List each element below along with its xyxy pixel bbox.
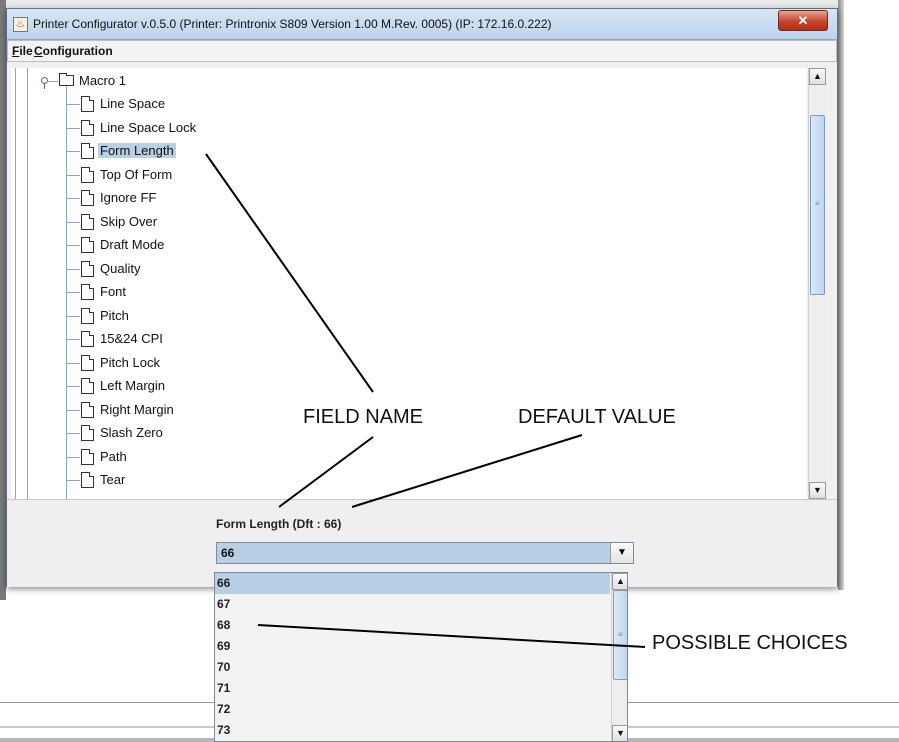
callout-line-possible-choices [257, 624, 646, 648]
annotation-possible-choices: POSSIBLE CHOICES [652, 632, 848, 654]
annotation-field-name: FIELD NAME [303, 406, 424, 428]
callout-line-default-value [351, 434, 583, 508]
callout-line-tree-to-field-name [205, 153, 374, 393]
annotation-lines [205, 153, 646, 648]
annotation-default-value: DEFAULT VALUE [518, 406, 676, 428]
callout-line-field-name-to-label [278, 436, 374, 508]
